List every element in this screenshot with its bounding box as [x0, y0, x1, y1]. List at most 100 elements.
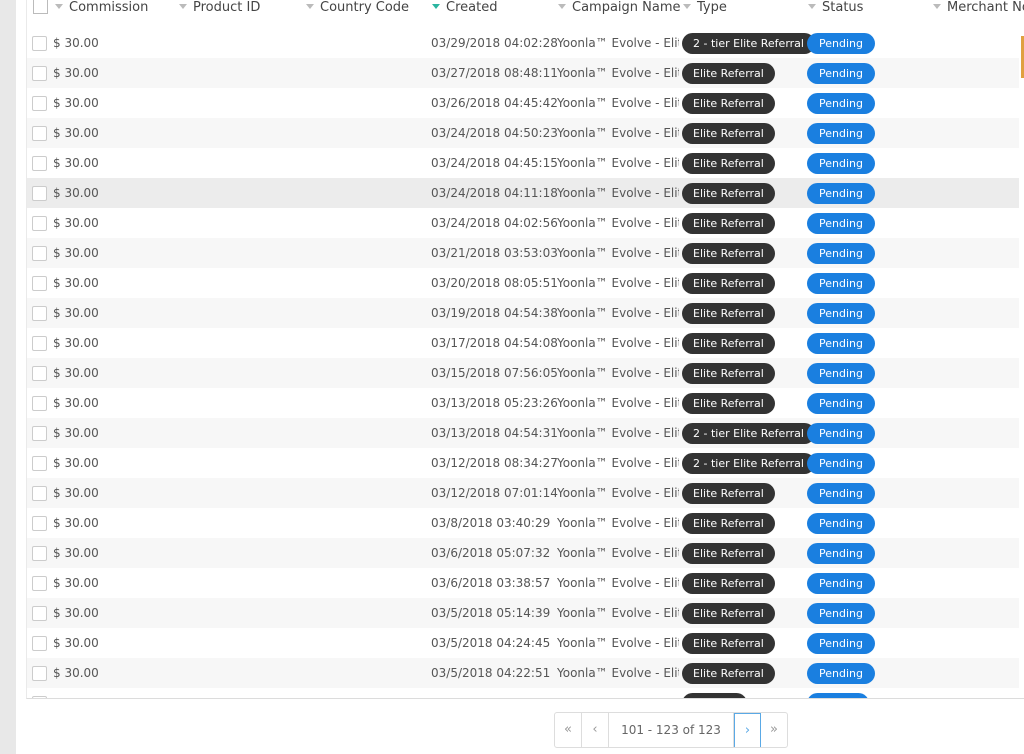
commission-cell: $ 30.00 — [53, 546, 99, 560]
created-cell: 03/29/2018 04:02:28 — [431, 36, 558, 50]
table-row[interactable]: $ 30.00 03/5/2018 04:24:45 Yoonla™ Evolve … — [27, 628, 1024, 658]
type-badge: Elite Referral — [682, 303, 775, 324]
row-checkbox[interactable] — [32, 456, 47, 471]
table-row[interactable]: $ 30.00 03/24/2018 04:02:56 Yoonla™ Evolve… — [27, 208, 1024, 238]
row-checkbox[interactable] — [32, 486, 47, 501]
row-checkbox[interactable] — [32, 636, 47, 651]
type-badge: 2 - tier Elite Referral — [682, 33, 815, 54]
chevron-down-icon — [55, 4, 63, 9]
commission-cell: $ 30.00 — [53, 636, 99, 650]
table-row[interactable]: $ 30.00 03/24/2018 04:50:23 Yoonla™ Evolve… — [27, 118, 1024, 148]
table-row-partial — [27, 688, 1024, 698]
column-header-commission[interactable]: Commission — [55, 0, 148, 16]
table-row[interactable]: $ 30.00 03/6/2018 03:38:57 Yoonla™ Evolve … — [27, 568, 1024, 598]
chevron-down-icon — [306, 4, 314, 9]
campaign-name-cell: Yoonla™ Evolve - Elite — [557, 516, 679, 530]
commission-cell: $ 30.00 — [53, 186, 99, 200]
row-checkbox[interactable] — [32, 66, 47, 81]
table-row[interactable]: $ 30.00 03/13/2018 05:23:26 Yoonla™ Evolve… — [27, 388, 1024, 418]
table-row[interactable]: $ 30.00 03/24/2018 04:11:18 Yoonla™ Evolve… — [27, 178, 1024, 208]
table-row[interactable]: $ 30.00 03/17/2018 04:54:08 Yoonla™ Evolve… — [27, 328, 1024, 358]
table-row[interactable]: $ 30.00 03/15/2018 07:56:05 Yoonla™ Evolve… — [27, 358, 1024, 388]
table-row[interactable]: $ 30.00 03/27/2018 08:48:11 Yoonla™ Evolve… — [27, 58, 1024, 88]
type-badge: Elite Referral — [682, 63, 775, 84]
created-cell: 03/5/2018 05:14:39 — [431, 606, 551, 620]
row-checkbox[interactable] — [32, 216, 47, 231]
status-badge: Pending — [807, 333, 875, 354]
campaign-name-cell: Yoonla™ Evolve - Elite — [557, 426, 679, 440]
status-badge: Pending — [807, 393, 875, 414]
created-cell: 03/24/2018 04:45:15 — [431, 156, 558, 170]
column-header-created[interactable]: Created — [432, 0, 497, 16]
campaign-name-cell: Yoonla™ Evolve - Elite — [557, 246, 679, 260]
table-row[interactable]: $ 30.00 03/29/2018 04:02:28 Yoonla™ Evolve… — [27, 28, 1024, 58]
table-row[interactable]: $ 30.00 03/8/2018 03:40:29 Yoonla™ Evolve … — [27, 508, 1024, 538]
prev-page-button[interactable]: ‹ — [582, 713, 609, 747]
commission-cell: $ 30.00 — [53, 306, 99, 320]
select-all-checkbox[interactable] — [33, 0, 48, 14]
row-checkbox[interactable] — [32, 96, 47, 111]
status-badge: Pending — [807, 513, 875, 534]
status-badge: Pending — [807, 633, 875, 654]
table-row[interactable]: $ 30.00 03/20/2018 08:05:51 Yoonla™ Evolve… — [27, 268, 1024, 298]
status-badge: Pending — [807, 243, 875, 264]
row-checkbox[interactable] — [32, 666, 47, 681]
created-cell: 03/12/2018 07:01:14 — [431, 486, 558, 500]
table-row[interactable]: $ 30.00 03/13/2018 04:54:31 Yoonla™ Evolve… — [27, 418, 1024, 448]
table-row[interactable]: $ 30.00 03/5/2018 05:14:39 Yoonla™ Evolve … — [27, 598, 1024, 628]
status-badge: Pending — [807, 543, 875, 564]
campaign-name-cell: Yoonla™ Evolve - Elite — [557, 636, 679, 650]
column-header-country-code[interactable]: Country Code — [306, 0, 409, 16]
row-checkbox[interactable] — [32, 276, 47, 291]
row-checkbox[interactable] — [32, 576, 47, 591]
row-checkbox[interactable] — [32, 36, 47, 51]
row-checkbox[interactable] — [32, 396, 47, 411]
campaign-name-cell: Yoonla™ Evolve - Elite — [557, 306, 679, 320]
row-checkbox[interactable] — [32, 126, 47, 141]
column-header-product-id[interactable]: Product ID — [179, 0, 260, 16]
table-row[interactable]: $ 30.00 03/12/2018 07:01:14 Yoonla™ Evolve… — [27, 478, 1024, 508]
next-page-button[interactable]: › — [734, 713, 761, 747]
row-checkbox[interactable] — [32, 246, 47, 261]
column-header-campaign-name[interactable]: Campaign Name — [558, 0, 681, 16]
table-row[interactable]: $ 30.00 03/6/2018 05:07:32 Yoonla™ Evolve … — [27, 538, 1024, 568]
column-header-merchant-no[interactable]: Merchant No — [933, 0, 1024, 16]
table-row[interactable]: $ 30.00 03/24/2018 04:45:15 Yoonla™ Evolve… — [27, 148, 1024, 178]
row-checkbox[interactable] — [32, 606, 47, 621]
table-row[interactable]: $ 30.00 03/12/2018 08:34:27 Yoonla™ Evolve… — [27, 448, 1024, 478]
commission-cell: $ 30.00 — [53, 336, 99, 350]
campaign-name-cell: Yoonla™ Evolve - Elite — [557, 366, 679, 380]
campaign-name-cell: Yoonla™ Evolve - Elite — [557, 456, 679, 470]
type-badge: Elite Referral — [682, 393, 775, 414]
first-page-button[interactable]: « — [555, 713, 582, 747]
column-header-status[interactable]: Status — [808, 0, 863, 16]
commission-cell: $ 30.00 — [53, 666, 99, 680]
type-badge: 2 - tier Elite Referral — [682, 423, 815, 444]
campaign-name-cell: Yoonla™ Evolve - Elite — [557, 666, 679, 680]
table-row[interactable]: $ 30.00 03/19/2018 04:54:38 Yoonla™ Evolve… — [27, 298, 1024, 328]
type-badge: Elite Referral — [682, 93, 775, 114]
table-row[interactable]: $ 30.00 03/21/2018 03:53:03 Yoonla™ Evolve… — [27, 238, 1024, 268]
created-cell: 03/8/2018 03:40:29 — [431, 516, 551, 530]
row-checkbox[interactable] — [32, 516, 47, 531]
row-checkbox[interactable] — [32, 336, 47, 351]
row-checkbox[interactable] — [32, 696, 47, 698]
table-row[interactable]: $ 30.00 03/26/2018 04:45:42 Yoonla™ Evolve… — [27, 88, 1024, 118]
status-badge: Pending — [807, 483, 875, 504]
row-checkbox[interactable] — [32, 186, 47, 201]
status-badge: Pending — [807, 63, 875, 84]
row-checkbox[interactable] — [32, 156, 47, 171]
row-checkbox[interactable] — [32, 546, 47, 561]
row-checkbox[interactable] — [32, 426, 47, 441]
commission-cell: $ 30.00 — [53, 276, 99, 290]
type-badge: Elite Referral — [682, 213, 775, 234]
last-page-button[interactable]: » — [761, 713, 787, 747]
row-checkbox[interactable] — [32, 306, 47, 321]
table-row[interactable]: $ 30.00 03/5/2018 04:22:51 Yoonla™ Evolve … — [27, 658, 1024, 688]
commission-cell: $ 30.00 — [53, 396, 99, 410]
column-header-type[interactable]: Type — [683, 0, 727, 16]
row-checkbox[interactable] — [32, 366, 47, 381]
type-badge: Elite Referral — [682, 513, 775, 534]
created-cell: 03/12/2018 08:34:27 — [431, 456, 558, 470]
horizontal-scroll-track[interactable] — [1019, 28, 1024, 698]
